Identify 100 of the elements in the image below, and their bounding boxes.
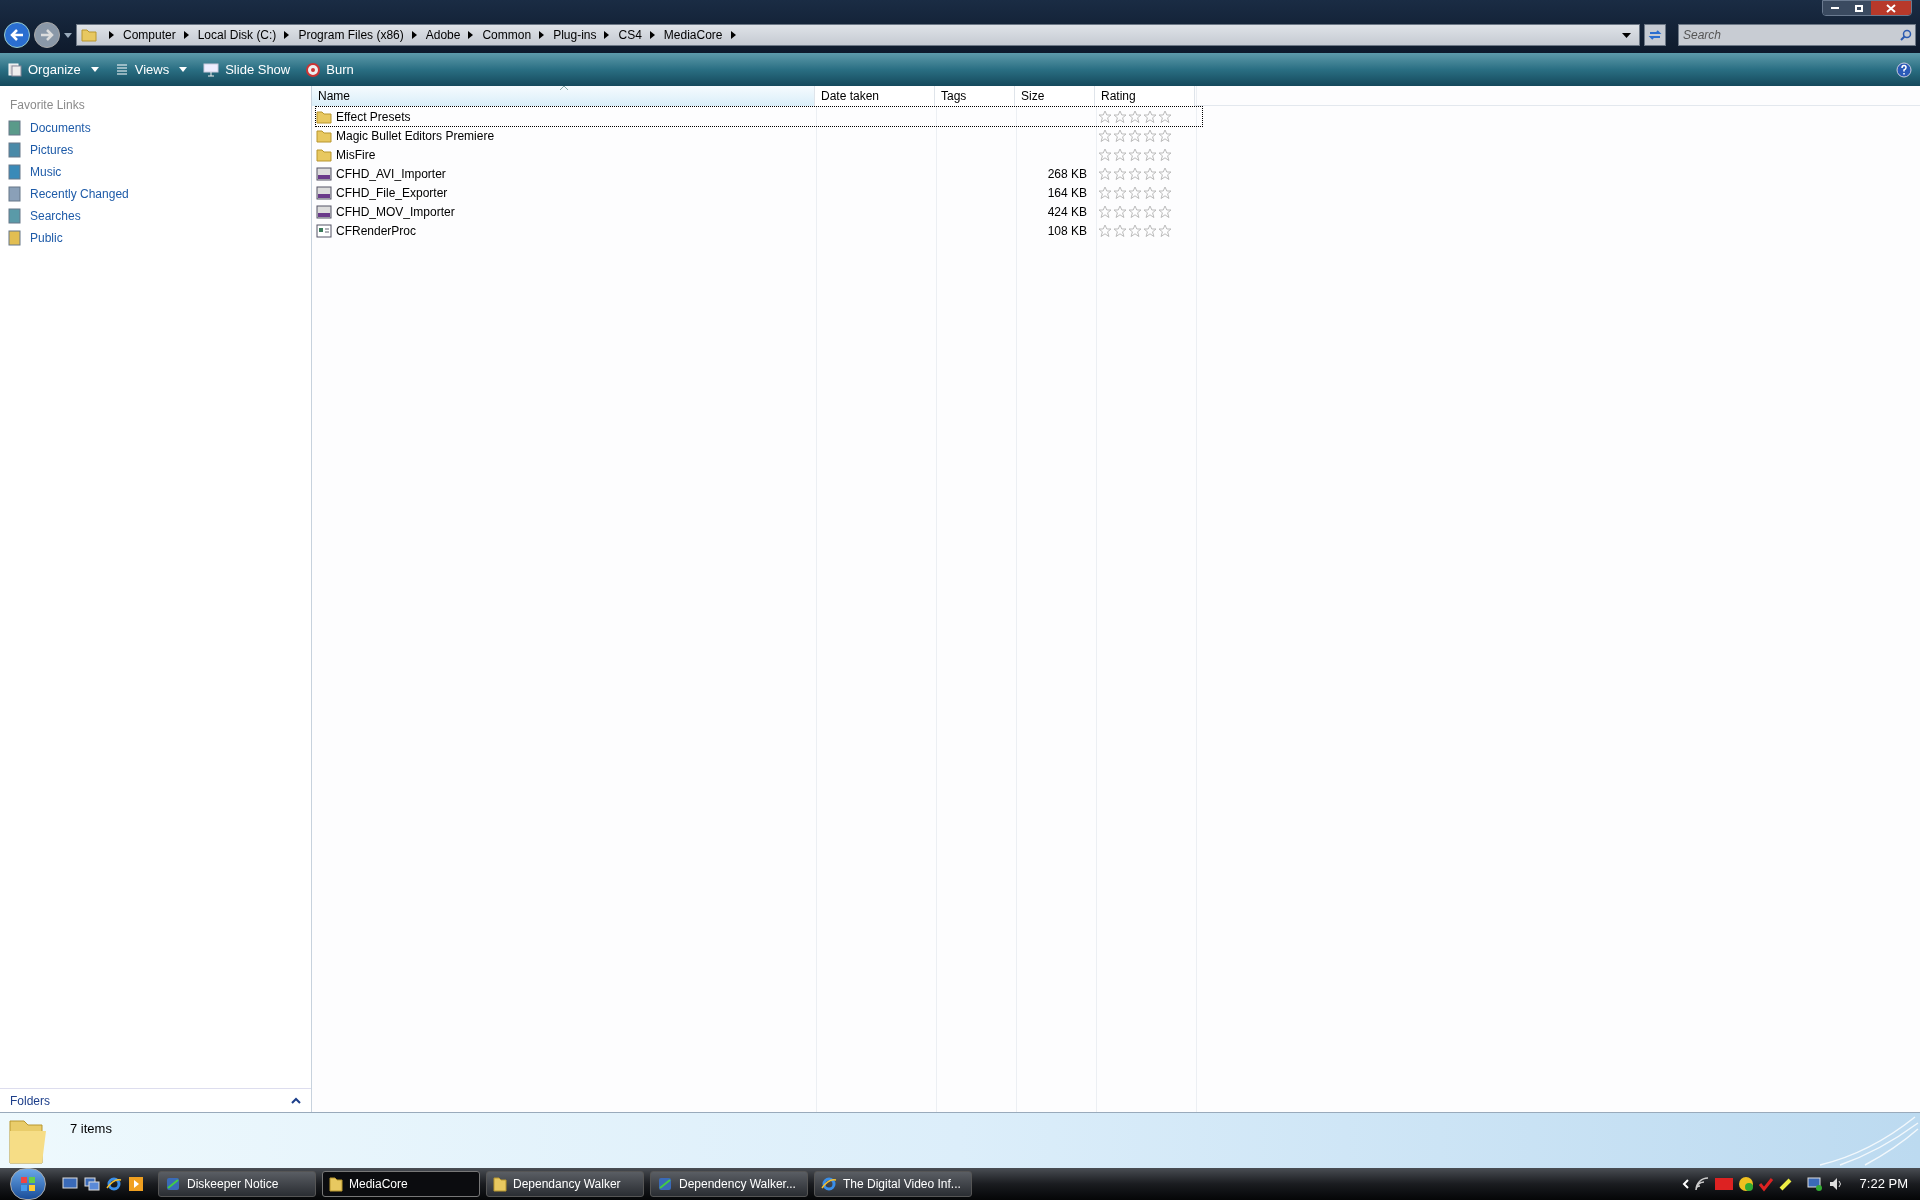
address-bar[interactable]: Computer Local Disk (C:) Program Files (x86) Adobe Common Plug-ins CS4 MediaCore [76, 24, 1640, 46]
star-rating[interactable] [1098, 109, 1172, 124]
file-name: CFRenderProc [336, 222, 417, 240]
plugin-file-icon [316, 204, 332, 219]
library-icon [8, 164, 22, 180]
close-button[interactable] [1871, 1, 1911, 15]
toolbar-button[interactable]: Views [114, 59, 188, 80]
sidebar-link[interactable]: Documents [30, 119, 91, 137]
file-size: 268 KB [1047, 165, 1087, 183]
file-size: 108 KB [1047, 222, 1087, 240]
chevron-right-icon[interactable] [604, 31, 611, 39]
sidebar-link[interactable]: Searches [30, 207, 81, 225]
chevron-right-icon[interactable] [730, 31, 737, 39]
sidebar-link[interactable]: Recently Changed [30, 185, 129, 203]
chevron-right-icon[interactable] [468, 31, 475, 39]
breadcrumb-link[interactable]: Computer [123, 26, 176, 44]
chevron-up-icon[interactable] [291, 1097, 301, 1104]
library-icon [8, 120, 22, 136]
restore-button[interactable] [1847, 1, 1871, 15]
chevron-right-icon[interactable] [411, 31, 418, 39]
back-button[interactable] [4, 22, 30, 48]
dropdown-arrow-icon[interactable] [1622, 32, 1631, 38]
refresh-button[interactable] [1644, 24, 1666, 46]
breadcrumb-link[interactable]: Adobe [425, 26, 461, 44]
star-rating[interactable] [1098, 166, 1172, 181]
item-count: 7 items [70, 1120, 112, 1138]
column-header[interactable]: Rating [1095, 86, 1195, 106]
forward-button[interactable] [34, 22, 60, 48]
star-rating[interactable] [1098, 147, 1172, 162]
column-header[interactable]: Date taken [815, 86, 935, 106]
star-rating[interactable] [1098, 204, 1172, 219]
network-icon[interactable] [1693, 1176, 1710, 1192]
file-name: MisFire [336, 146, 376, 164]
browser-icon [821, 1176, 837, 1192]
network-computer-icon[interactable] [1805, 1176, 1824, 1192]
speaker-icon[interactable] [1827, 1176, 1844, 1192]
file-row[interactable]: Effect Presets [316, 107, 1202, 126]
file-name: CFHD_MOV_Importer [336, 203, 455, 221]
star-rating[interactable] [1098, 185, 1172, 200]
disc-icon [306, 62, 321, 77]
column-header[interactable]: Name [312, 86, 815, 106]
file-size: 164 KB [1047, 184, 1087, 202]
media-player-icon[interactable] [128, 1176, 144, 1192]
chevron-left-icon[interactable] [1681, 1179, 1690, 1189]
folders-label[interactable]: Folders [10, 1091, 50, 1110]
breadcrumb-link[interactable]: Common [482, 26, 532, 44]
taskbar-button[interactable]: Dependency Walker... [650, 1171, 808, 1197]
checkmark-icon[interactable] [1757, 1176, 1774, 1192]
search-field[interactable]: Search [1678, 24, 1916, 46]
document-icon [8, 62, 22, 77]
star-rating[interactable] [1098, 223, 1172, 238]
sidebar-link[interactable]: Music [30, 163, 62, 181]
folder-icon [329, 1176, 343, 1192]
file-name: Effect Presets [336, 108, 411, 126]
file-row[interactable]: CFHD_MOV_Importer 424 KB [316, 202, 1202, 221]
folder-icon [81, 27, 97, 43]
taskbar-button[interactable]: The Digital Video Inf... [814, 1171, 972, 1197]
column-header[interactable]: Size [1015, 86, 1095, 106]
library-icon [8, 208, 22, 224]
breadcrumb-link[interactable]: MediaCore [663, 26, 723, 44]
windows-icon[interactable] [84, 1177, 100, 1191]
column-header[interactable]: Tags [935, 86, 1015, 106]
dropdown-arrow-icon[interactable] [64, 32, 72, 38]
minimize-button[interactable] [1823, 1, 1847, 15]
help-icon[interactable] [1896, 61, 1912, 78]
search-icon[interactable] [1900, 29, 1912, 41]
breadcrumb-link[interactable]: Plug-ins [553, 26, 597, 44]
file-row[interactable]: CFHD_AVI_Importer 268 KB [316, 164, 1202, 183]
breadcrumb-link[interactable]: Program Files (x86) [298, 26, 404, 44]
file-size: 424 KB [1047, 203, 1087, 221]
browser-icon[interactable] [106, 1176, 122, 1192]
library-icon [8, 142, 22, 158]
taskbar-button[interactable]: MediaCore [322, 1171, 480, 1197]
taskbar-button[interactable]: Dependancy Walker [486, 1171, 644, 1197]
chevron-right-icon[interactable] [284, 31, 291, 39]
toolbar-button[interactable]: Organize [8, 59, 99, 80]
library-icon [8, 186, 22, 202]
sidebar-link[interactable]: Pictures [30, 141, 74, 159]
sidebar-link[interactable]: Public [30, 229, 63, 247]
chevron-right-icon[interactable] [109, 31, 115, 39]
start-button[interactable] [10, 1168, 46, 1200]
toolbar-button[interactable]: Slide Show [203, 59, 291, 80]
chevron-right-icon[interactable] [183, 31, 190, 39]
breadcrumb-link[interactable]: CS4 [618, 26, 642, 44]
file-name: CFHD_File_Exporter [336, 184, 448, 202]
desktop-icon[interactable] [62, 1177, 78, 1191]
refresh-icon [1648, 29, 1662, 41]
file-row[interactable]: MisFire [316, 145, 1202, 164]
file-row[interactable]: CFHD_File_Exporter 164 KB [316, 183, 1202, 202]
toolbar-button[interactable]: Burn [306, 59, 354, 80]
folder-icon [316, 147, 332, 162]
file-row[interactable]: CFRenderProc 108 KB [316, 221, 1202, 240]
taskbar-button[interactable]: Diskeeper Notice [158, 1171, 316, 1197]
star-rating[interactable] [1098, 128, 1172, 143]
breadcrumb-link[interactable]: Local Disk (C:) [197, 26, 277, 44]
chevron-right-icon[interactable] [649, 31, 656, 39]
chevron-right-icon[interactable] [539, 31, 546, 39]
file-row[interactable]: Magic Bullet Editors Premiere [316, 126, 1202, 145]
caret-icon [90, 67, 99, 72]
clock[interactable]: 7:22 PM [1859, 1174, 1908, 1194]
